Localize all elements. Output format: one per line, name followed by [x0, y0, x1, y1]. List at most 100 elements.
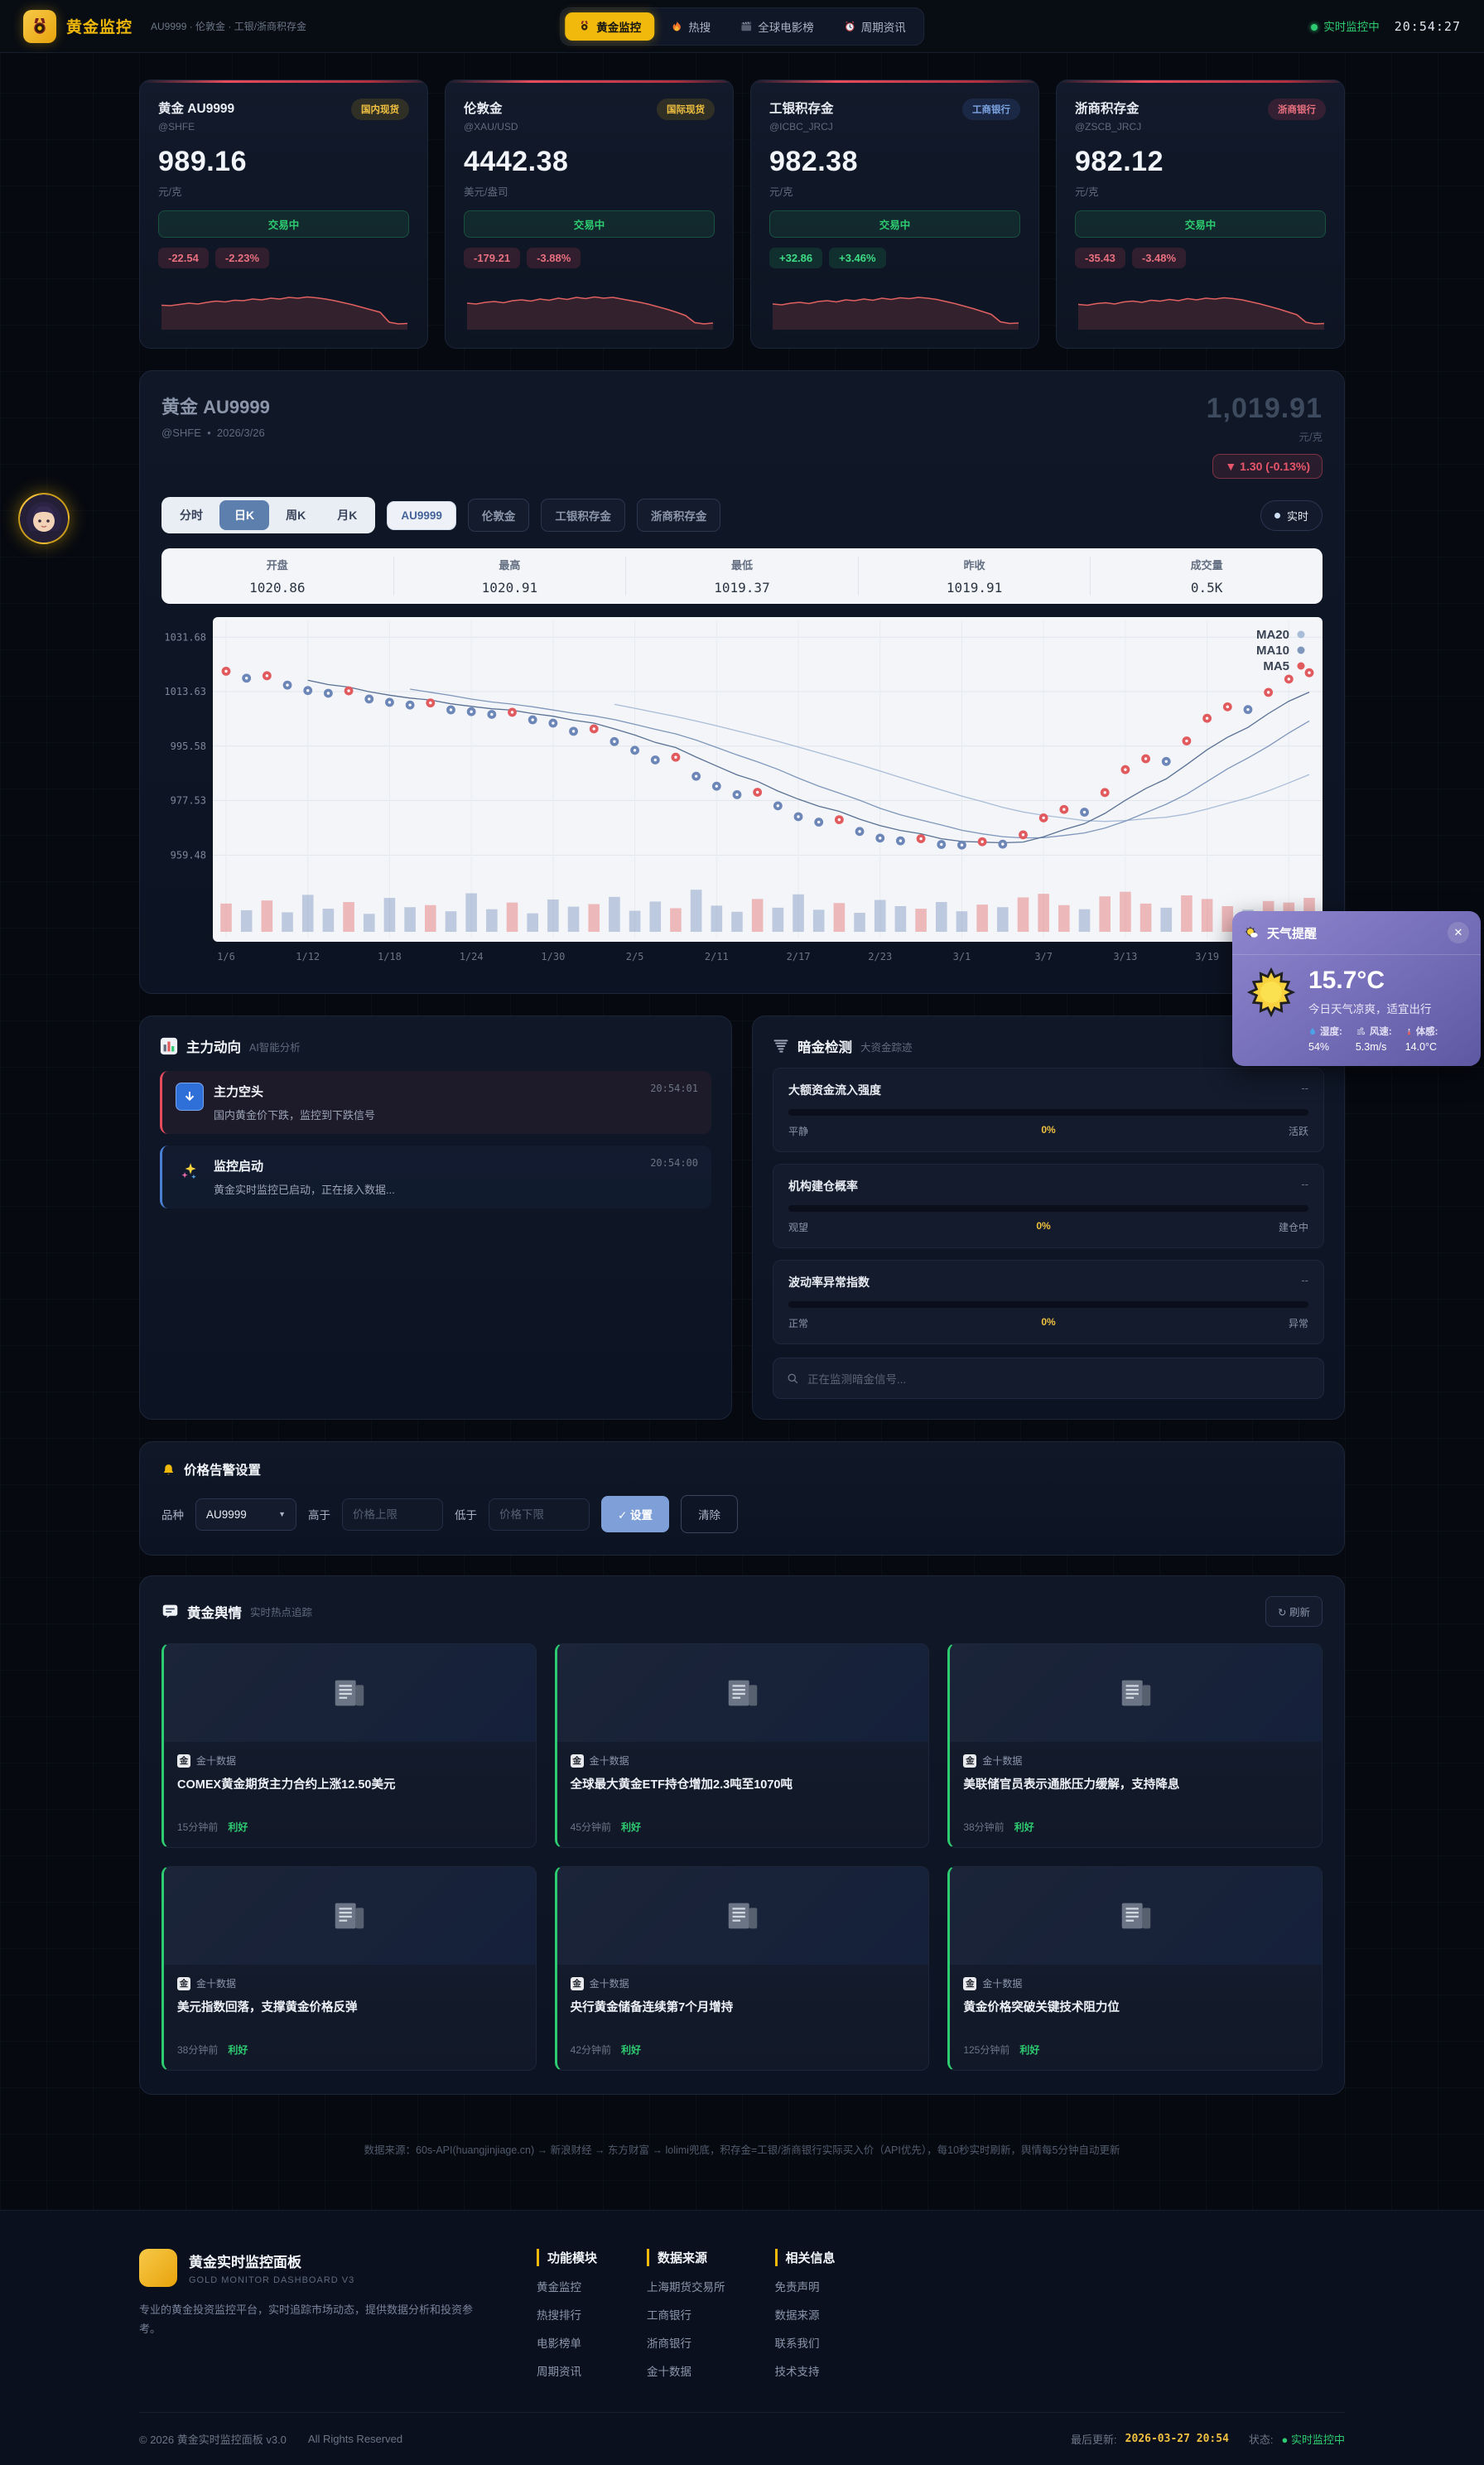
news-card[interactable]: 金金十数据 美联储官员表示通胀压力缓解，支持降息 38分钟前利好 — [947, 1643, 1323, 1848]
price-value: 982.38 — [769, 146, 1020, 178]
news-thumbnail — [557, 1867, 929, 1965]
svg-text:959.48: 959.48 — [171, 849, 206, 861]
close-icon[interactable]: ✕ — [1448, 922, 1469, 943]
app-logo-medal-icon[interactable] — [23, 10, 56, 43]
footer-link[interactable]: 免责声明 — [775, 2278, 836, 2294]
refresh-button[interactable]: ↻ 刷新 — [1265, 1596, 1323, 1627]
footer-link[interactable]: 金十数据 — [647, 2362, 725, 2379]
footer-link[interactable]: 技术支持 — [775, 2362, 836, 2379]
change-percent: -3.48% — [1132, 248, 1186, 268]
status-value: ● 实时监控中 — [1282, 2431, 1345, 2447]
timeframe-tab-monthly[interactable]: 月K — [322, 500, 372, 530]
nav-tab-gold-monitor[interactable]: 黄金监控 — [565, 12, 654, 41]
svg-text:1/18: 1/18 — [378, 951, 402, 962]
footer-brand-subtitle: GOLD MONITOR DASHBOARD V3 — [189, 2275, 354, 2285]
brand: 黄金监控 AU9999 · 伦敦金 · 工银/浙商积存金 — [23, 10, 306, 43]
news-card[interactable]: 金金十数据 美元指数回落，支撑黄金价格反弹 38分钟前利好 — [161, 1866, 537, 2071]
news-time: 125分钟前 — [963, 2043, 1009, 2057]
footer-link[interactable]: 周期资讯 — [537, 2362, 597, 2379]
ohlc-value: 1020.86 — [161, 580, 393, 596]
price-card-icbc-gold[interactable]: 工银积存金 @ICBC_JRCJ 工商银行 982.38 元/克 交易中 +32… — [750, 80, 1039, 349]
svg-text:995.58: 995.58 — [171, 740, 206, 752]
nav-tab-cycle-news[interactable]: 周期资讯 — [831, 12, 919, 41]
candlestick-chart[interactable]: 1031.681013.63995.58977.53959.481/61/121… — [161, 617, 1323, 975]
news-card[interactable]: 金金十数据 全球最大黄金ETF持仓增加2.3吨至1070吨 45分钟前利好 — [555, 1643, 930, 1848]
set-alert-button[interactable]: ✓ 设置 — [601, 1496, 669, 1532]
message-icon — [161, 1603, 179, 1620]
search-icon — [787, 1372, 799, 1385]
meter-percent: 0% — [1041, 1124, 1055, 1138]
footer-link[interactable]: 工商银行 — [647, 2306, 725, 2323]
news-title: 央行黄金储备连续第7个月增持 — [571, 1999, 916, 2034]
news-grid: 金金十数据 COMEX黄金期货主力合约上涨12.50美元 15分钟前利好 金金十… — [161, 1643, 1323, 2071]
top-navigation-bar: 黄金监控 AU9999 · 伦敦金 · 工银/浙商积存金 黄金监控 热搜 全球电… — [0, 0, 1484, 53]
section-title: 黄金舆情 — [187, 1602, 242, 1622]
change-percent: -2.23% — [215, 248, 269, 268]
ohlc-label: 成交量 — [1091, 557, 1323, 572]
ohlc-label: 昨收 — [859, 557, 1091, 572]
instrument-code: @ICBC_JRCJ — [769, 121, 834, 133]
footer-link[interactable]: 黄金监控 — [537, 2278, 597, 2294]
footer-column-info: 相关信息 免责声明 数据来源 联系我们 技术支持 — [775, 2249, 836, 2379]
realtime-pill[interactable]: 实时 — [1260, 500, 1323, 531]
meter-label: 大额资金流入强度 — [788, 1082, 881, 1098]
news-time: 42分钟前 — [571, 2043, 611, 2057]
ohlc-value: 1020.91 — [394, 580, 626, 596]
price-card-london-gold[interactable]: 伦敦金 @XAU/USD 国际现货 4442.38 美元/盎司 交易中 -179… — [445, 80, 734, 349]
chart-price-unit: 元/克 — [1207, 428, 1323, 444]
meter-label: 波动率异常指数 — [788, 1274, 870, 1290]
clapper-icon — [740, 21, 752, 32]
symbol-tab-au9999[interactable]: AU9999 — [387, 501, 456, 530]
symbol-select[interactable]: AU9999 ▼ — [195, 1498, 296, 1531]
symbol-tab-zscb-gold[interactable]: 浙商积存金 — [637, 499, 721, 532]
signal-desc: 国内黄金价下跌，监控到下跌信号 — [214, 1107, 698, 1122]
chart-subtitle: @SHFE • 2026/3/26 — [161, 427, 270, 439]
price-value: 982.12 — [1075, 146, 1326, 178]
news-card[interactable]: 金金十数据 央行黄金储备连续第7个月增持 42分钟前利好 — [555, 1866, 930, 2071]
nav-tab-movie-rank[interactable]: 全球电影榜 — [727, 12, 827, 41]
market-badge: 工商银行 — [962, 99, 1020, 120]
signal-title: 主力空头 — [214, 1083, 263, 1100]
upper-limit-input[interactable] — [342, 1498, 443, 1531]
sentiment-tag: 利好 — [1014, 1820, 1034, 1834]
timeframe-tab-weekly[interactable]: 周K — [271, 500, 320, 530]
symbol-tab-london-gold[interactable]: 伦敦金 — [468, 499, 530, 532]
instrument-code: @XAU/USD — [464, 121, 518, 133]
bottom-bar: © 2026 黄金实时监控面板 v3.0 All Rights Reserved… — [139, 2412, 1345, 2465]
footer-link[interactable]: 浙商银行 — [647, 2334, 725, 2351]
svg-text:1/30: 1/30 — [541, 951, 565, 962]
section-subtitle: 实时热点追踪 — [250, 1604, 312, 1619]
news-title: COMEX黄金期货主力合约上涨12.50美元 — [177, 1777, 523, 1811]
main-chart-panel: 黄金 AU9999 @SHFE • 2026/3/26 1,019.91 元/克… — [139, 370, 1345, 994]
assistant-avatar[interactable] — [18, 493, 70, 544]
source-icon: 金 — [571, 1754, 584, 1768]
footer-link[interactable]: 联系我们 — [775, 2334, 836, 2351]
sentiment-tag: 利好 — [228, 1820, 248, 1834]
timeframe-tab-daily[interactable]: 日K — [219, 500, 269, 530]
nav-tab-hot-search[interactable]: 热搜 — [658, 12, 724, 41]
svg-text:2/23: 2/23 — [868, 951, 892, 962]
footer-link[interactable]: 热搜排行 — [537, 2306, 597, 2323]
signal-item-startup[interactable]: 监控启动 20:54:00 黄金实时监控已启动，正在接入数据... — [160, 1146, 711, 1208]
change-value: -35.43 — [1075, 248, 1125, 268]
signal-item-bearish[interactable]: 主力空头 20:54:01 国内黄金价下跌，监控到下跌信号 — [160, 1071, 711, 1134]
price-card-au9999[interactable]: 黄金 AU9999 @SHFE 国内现货 989.16 元/克 交易中 -22.… — [139, 80, 428, 349]
footer-link[interactable]: 数据来源 — [775, 2306, 836, 2323]
weather-popup: 天气提醒 ✕ 15.7°C 今日天气凉爽，适宜出行 湿度: 54% 风速: 5.… — [1232, 911, 1481, 1066]
lower-limit-input[interactable] — [489, 1498, 590, 1531]
news-card[interactable]: 金金十数据 COMEX黄金期货主力合约上涨12.50美元 15分钟前利好 — [161, 1643, 537, 1848]
change-value: -179.21 — [464, 248, 520, 268]
footer-link[interactable]: 电影榜单 — [537, 2334, 597, 2351]
news-card[interactable]: 金金十数据 黄金价格突破关键技术阻力位 125分钟前利好 — [947, 1866, 1323, 2071]
symbol-tab-icbc-gold[interactable]: 工银积存金 — [541, 499, 625, 532]
price-unit: 元/克 — [1075, 183, 1326, 199]
price-card-zscb-gold[interactable]: 浙商积存金 @ZSCB_JRCJ 浙商银行 982.12 元/克 交易中 -35… — [1056, 80, 1345, 349]
news-thumbnail — [557, 1644, 929, 1742]
source-icon: 金 — [571, 1977, 584, 1990]
weather-temp: 15.7°C — [1308, 967, 1438, 995]
clear-alert-button[interactable]: 清除 — [681, 1495, 738, 1533]
timeframe-tab-minute[interactable]: 分时 — [165, 500, 218, 530]
droplet-icon — [1308, 1026, 1317, 1036]
footer-column-title: 数据来源 — [647, 2249, 725, 2266]
footer-link[interactable]: 上海期货交易所 — [647, 2278, 725, 2294]
